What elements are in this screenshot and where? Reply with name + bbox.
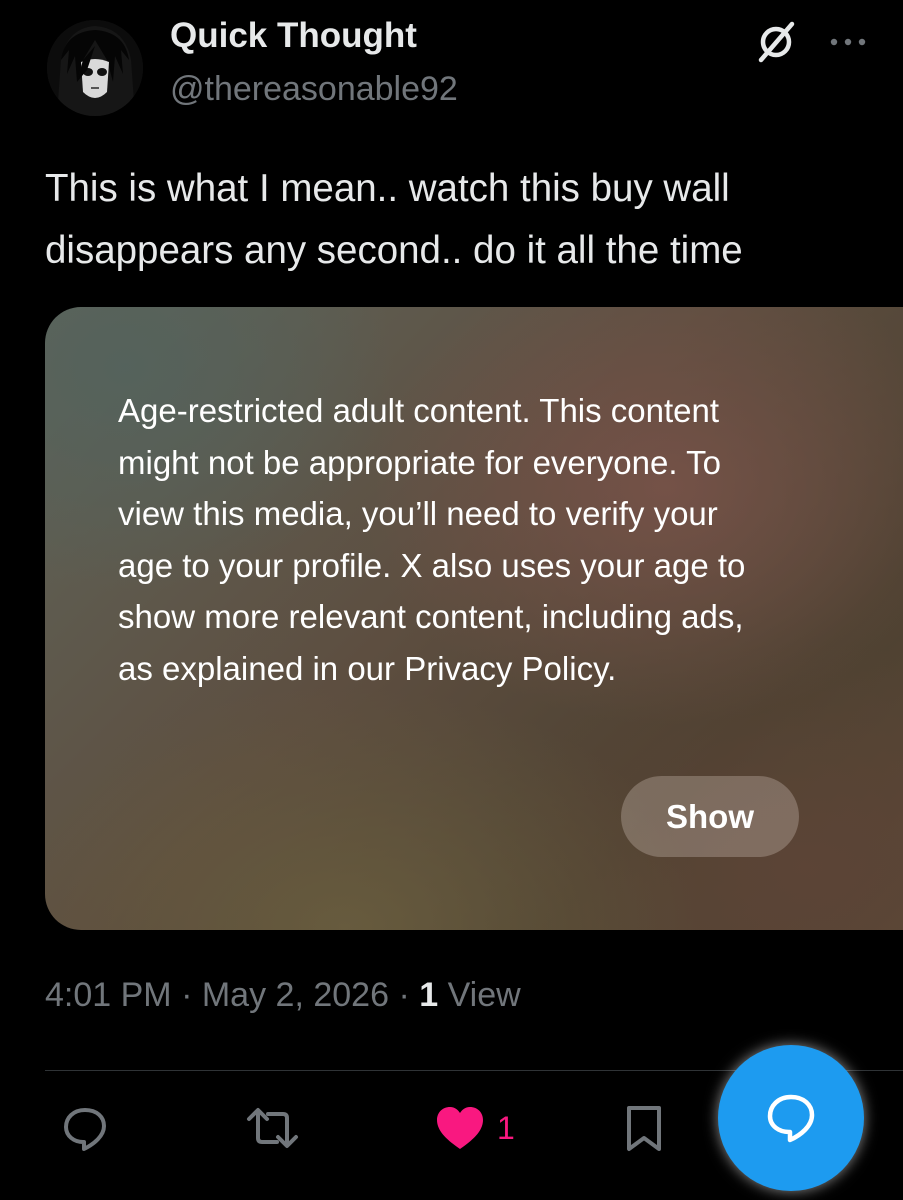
tweet-date[interactable]: May 2, 2026 — [202, 976, 389, 1014]
like-button[interactable]: 1 — [435, 1104, 525, 1152]
retweet-icon[interactable] — [245, 1104, 300, 1152]
reply-icon[interactable] — [60, 1104, 110, 1152]
tweet-text: This is what I mean.. watch this buy wal… — [45, 167, 743, 272]
tweet-time: 4:01 PM — [45, 976, 172, 1014]
bookmark-icon[interactable] — [622, 1104, 666, 1152]
anime-avatar-icon — [47, 20, 143, 116]
show-media-button[interactable]: Show — [621, 776, 799, 857]
meta-separator: · — [181, 976, 193, 1014]
compose-reply-button[interactable] — [718, 1045, 864, 1191]
author-handle[interactable]: @thereasonable92 — [170, 70, 458, 109]
more-options-icon[interactable] — [820, 24, 876, 60]
grok-icon[interactable] — [752, 18, 800, 66]
compose-reply-icon — [767, 1094, 815, 1143]
tweet-meta: 4:01 PM · May 2, 2026 · 1 View — [45, 976, 521, 1015]
meta-separator: · — [398, 976, 410, 1014]
avatar[interactable] — [47, 20, 143, 116]
author-display-name[interactable]: Quick Thought — [170, 16, 417, 56]
age-restricted-media-card: Age-restricted adult content. This conte… — [45, 307, 903, 930]
view-count: 1 — [419, 976, 439, 1014]
like-icon[interactable] — [435, 1105, 485, 1151]
like-count: 1 — [497, 1109, 515, 1146]
view-label: View — [447, 976, 521, 1014]
age-restriction-warning: Age-restricted adult content. This conte… — [118, 392, 746, 687]
